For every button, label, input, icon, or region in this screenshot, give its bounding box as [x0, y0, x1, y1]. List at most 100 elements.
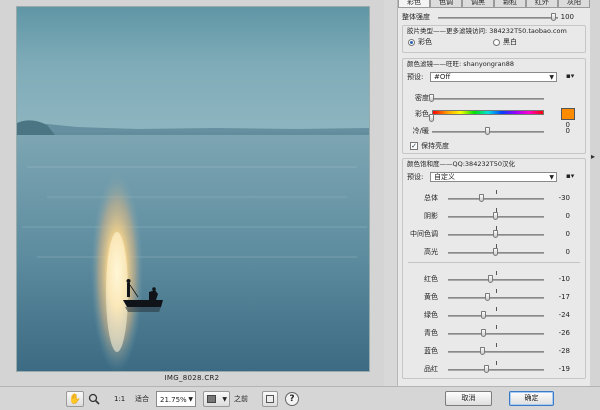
tonal-value-1: 0	[565, 212, 570, 220]
panel-collapse-handle[interactable]: ▸	[590, 0, 600, 386]
color-sat-track-3[interactable]	[448, 333, 544, 335]
tab-tone[interactable]: 色调	[430, 0, 462, 8]
overall-strength-track[interactable]	[438, 17, 558, 19]
color-swatch[interactable]	[561, 108, 575, 120]
split-view-button[interactable]	[262, 391, 278, 407]
chevron-down-icon: ▼	[222, 396, 227, 403]
saturation-preset-value: 自定义	[434, 173, 455, 181]
color-sat-label-3: 青色	[424, 329, 438, 337]
center-tick	[496, 361, 497, 365]
saturation-preset-label: 预设:	[407, 173, 424, 181]
density-track[interactable]	[432, 98, 544, 100]
center-tick	[496, 190, 497, 194]
warm-slider[interactable]	[485, 127, 490, 135]
tonal-value-0: -30	[558, 194, 570, 202]
zoom-select[interactable]: 21.75% ▼	[156, 391, 196, 407]
zoom-icon[interactable]	[87, 391, 101, 407]
film-bw-label: 黑白	[503, 38, 517, 46]
lake-photo	[17, 7, 369, 371]
view-mode-select[interactable]: ▼	[203, 391, 230, 407]
film-bw-radio[interactable]	[493, 39, 500, 46]
filter-preset-dropdown[interactable]: #Off ▼	[430, 72, 557, 82]
color-sat-value-5: -19	[558, 365, 570, 373]
saturation-preset-dropdown[interactable]: 自定义 ▼	[430, 172, 557, 182]
filter-preset-value: #Off	[434, 73, 451, 81]
color-sat-track-0[interactable]	[448, 279, 544, 281]
preview-area: IMG_8028.CR2	[0, 0, 384, 386]
saturation-group	[402, 158, 586, 379]
overall-strength-label: 整体强度	[402, 13, 430, 21]
fit-button[interactable]: 适合	[135, 391, 149, 407]
help-icon[interactable]: ?	[285, 392, 299, 406]
tonal-label-0: 总体	[424, 194, 438, 202]
center-tick	[496, 325, 497, 329]
chevron-down-icon: ▼	[188, 396, 193, 403]
tonal-track-0[interactable]	[448, 198, 544, 200]
color-sat-track-5[interactable]	[448, 369, 544, 371]
image-filename: IMG_8028.CR2	[164, 374, 220, 382]
zoom-value: 21.75%	[160, 396, 187, 404]
ok-button[interactable]: 确定	[509, 391, 554, 406]
hue-slider[interactable]	[429, 114, 434, 122]
cancel-button[interactable]: 取消	[445, 391, 492, 406]
color-sat-slider-3[interactable]	[480, 329, 486, 337]
ratio-1-1-button[interactable]: 1:1	[114, 391, 125, 407]
bottom-toolbar: ✋ 1:1 适合 21.75% ▼ ▼ 之前 ? 取消 确定	[0, 386, 600, 410]
color-sat-value-1: -17	[558, 293, 570, 301]
color-sat-slider-0[interactable]	[488, 275, 494, 283]
density-slider[interactable]	[429, 94, 434, 102]
color-sat-label-5: 品红	[424, 365, 438, 373]
tab-sun[interactable]: 灰阳	[558, 0, 590, 8]
center-tick	[496, 343, 497, 347]
menu-icon[interactable]: ▪▾	[566, 172, 574, 181]
before-label[interactable]: 之前	[234, 391, 248, 407]
color-sat-value-3: -26	[558, 329, 570, 337]
hue-label: 彩色	[415, 110, 429, 118]
center-tick	[496, 307, 497, 311]
warm-value: 0	[565, 127, 570, 135]
tonal-label-3: 高光	[424, 248, 438, 256]
color-sat-track-2[interactable]	[448, 315, 544, 317]
color-filter-title: 颜色滤镜——旺旺: shanyongran88	[407, 60, 514, 68]
color-sat-track-1[interactable]	[448, 297, 544, 299]
tab-color[interactable]: 彩色	[398, 0, 430, 8]
tonal-label-2: 中间色调	[410, 230, 438, 238]
color-sat-slider-1[interactable]	[484, 293, 490, 301]
chevron-down-icon: ▼	[549, 74, 554, 81]
overall-strength-value: 100	[560, 13, 574, 21]
hue-spectrum[interactable]	[432, 110, 544, 115]
tonal-slider-2[interactable]	[493, 230, 498, 238]
color-sat-value-0: -10	[558, 275, 570, 283]
color-sat-slider-5[interactable]	[483, 365, 489, 373]
tonal-slider-0[interactable]	[478, 194, 484, 202]
film-type-title: 胶片类型——更多滤镜访问: 384232T50.taobao.com	[407, 27, 567, 35]
menu-icon[interactable]: ▪▾	[566, 72, 574, 81]
tab-infrared[interactable]: 红外	[526, 0, 558, 8]
saturation-title: 颜色饱和度——QQ:384232T50汉化	[407, 160, 515, 168]
tab-black[interactable]: 调黑	[462, 0, 494, 8]
divider	[408, 262, 580, 263]
tonal-value-3: 0	[565, 248, 570, 256]
preview-image[interactable]	[16, 6, 370, 372]
film-color-radio[interactable]	[408, 39, 415, 46]
color-sat-slider-4[interactable]	[479, 347, 485, 355]
color-sat-track-4[interactable]	[448, 351, 544, 353]
color-sat-label-0: 红色	[424, 275, 438, 283]
chevron-down-icon: ▼	[549, 174, 554, 181]
settings-panel: 彩色 色调 调黑 颗粒 红外 灰阳 整体强度 100 胶片类型——更多滤镜访问:…	[397, 0, 590, 386]
tonal-slider-1[interactable]	[493, 212, 498, 220]
tonal-slider-3[interactable]	[493, 248, 498, 256]
center-tick	[496, 271, 497, 275]
preserve-checkbox[interactable]: ✓	[410, 142, 418, 150]
center-tick	[496, 289, 497, 293]
color-sat-label-4: 蓝色	[424, 347, 438, 355]
color-sat-label-2: 绿色	[424, 311, 438, 319]
tonal-value-2: 0	[565, 230, 570, 238]
hand-icon[interactable]: ✋	[66, 391, 84, 407]
density-label: 密度	[415, 94, 429, 102]
split-view-icon	[266, 395, 274, 403]
tab-strip: 彩色 色调 调黑 颗粒 红外 灰阳	[398, 0, 591, 8]
film-color-label: 彩色	[418, 38, 432, 46]
color-sat-value-2: -24	[558, 311, 570, 319]
tab-grain[interactable]: 颗粒	[494, 0, 526, 8]
